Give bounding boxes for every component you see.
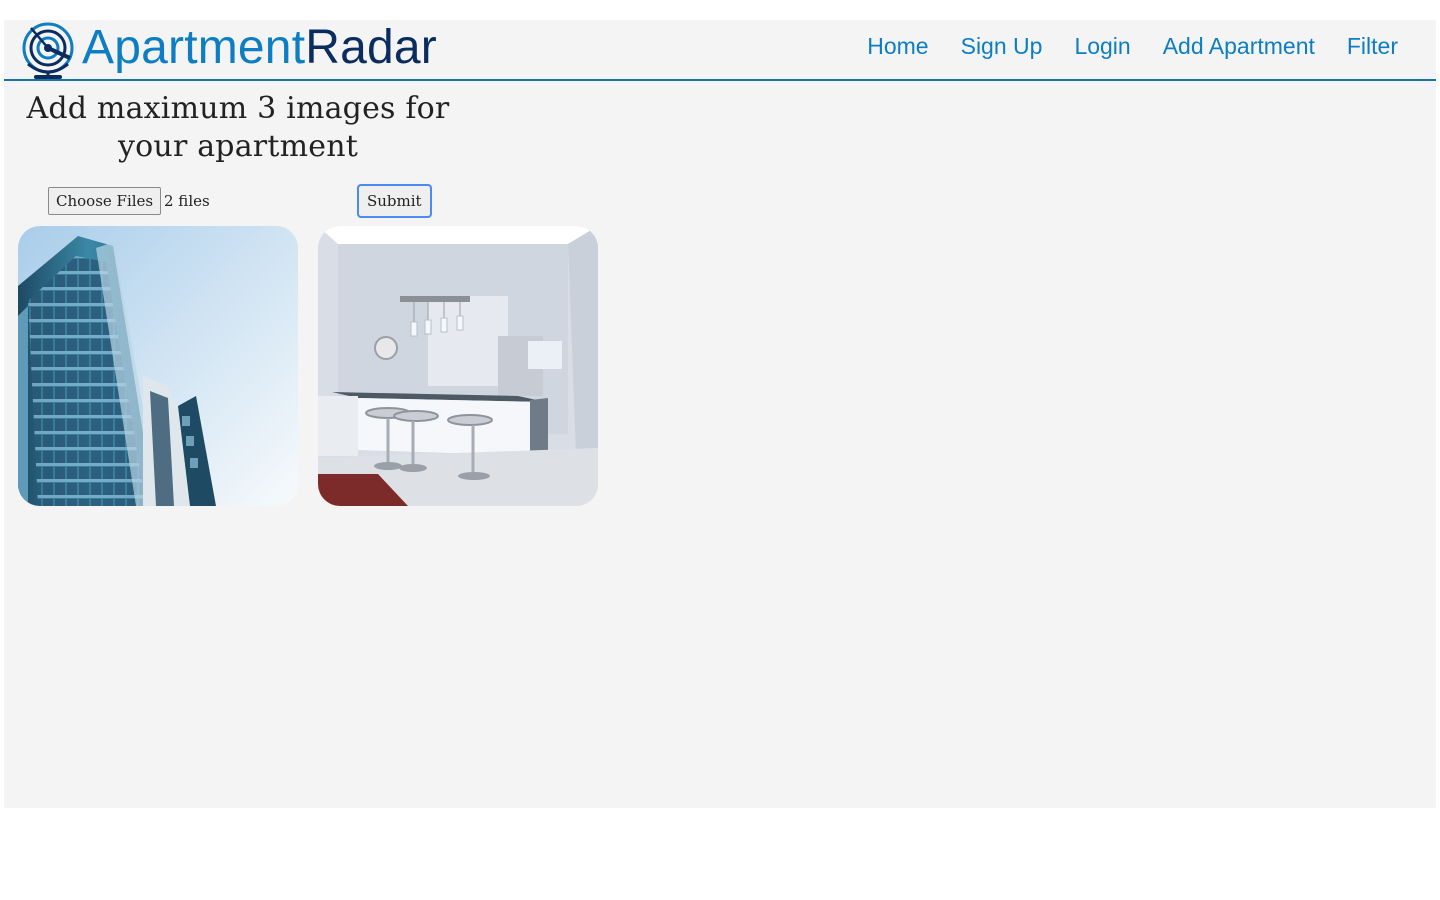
- building-photo: [18, 226, 298, 506]
- upload-form: Choose Files 2 files Submit: [48, 184, 448, 218]
- image-preview-building: [18, 226, 298, 506]
- submit-button[interactable]: Submit: [357, 184, 432, 218]
- logo-link[interactable]: ApartmentRadar: [22, 22, 437, 80]
- kitchen-photo: [318, 226, 598, 506]
- brand-name-part2: Radar: [305, 21, 437, 74]
- page: ApartmentRadar Home Sign Up Login Add Ap…: [4, 20, 1436, 808]
- brand-name-part1: Apartment: [82, 21, 306, 74]
- nav-home-link[interactable]: Home: [867, 33, 928, 60]
- nav-add-apartment-link[interactable]: Add Apartment: [1163, 33, 1315, 60]
- navbar: ApartmentRadar Home Sign Up Login Add Ap…: [4, 20, 1436, 81]
- nav-filter-link[interactable]: Filter: [1347, 33, 1398, 60]
- nav-login-link[interactable]: Login: [1074, 33, 1130, 60]
- choose-files-button[interactable]: Choose Files: [48, 187, 162, 215]
- file-count-text: 2 files: [164, 192, 210, 210]
- page-title: Add maximum 3 images for your apartment: [26, 91, 450, 164]
- radar-globe-icon: [22, 22, 74, 79]
- image-preview-kitchen: [318, 226, 598, 506]
- nav-sign-up-link[interactable]: Sign Up: [961, 33, 1043, 60]
- nav-links: Home Sign Up Login Add Apartment Filter: [867, 33, 1398, 60]
- brand-name: ApartmentRadar: [82, 24, 437, 72]
